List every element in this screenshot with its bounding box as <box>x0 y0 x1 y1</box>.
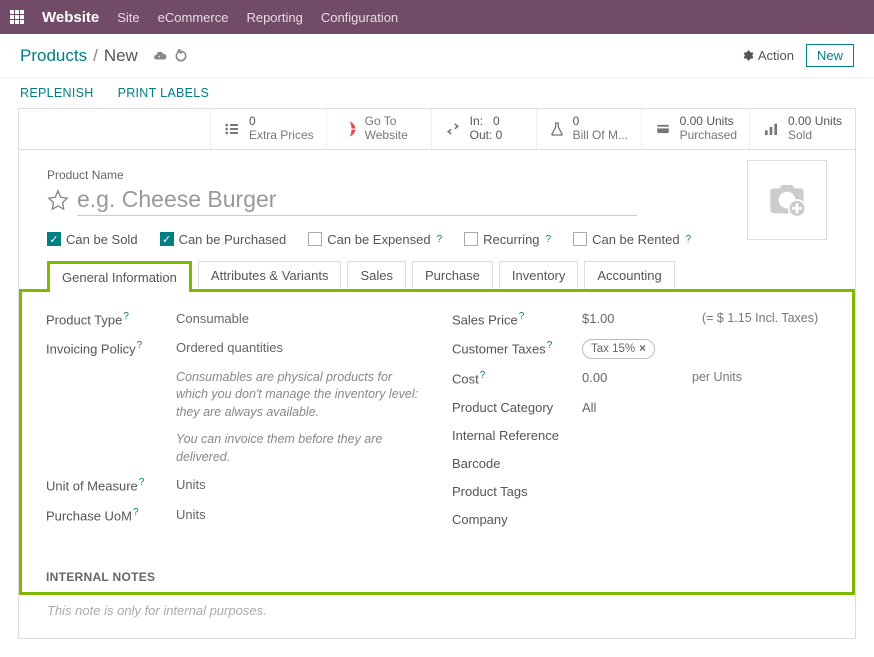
option-checks: ✓ Can be Sold ✓ Can be Purchased Can be … <box>47 232 827 247</box>
control-panel: Products / New Action New <box>0 34 874 78</box>
bar-chart-icon <box>762 121 780 137</box>
internal-notes-input[interactable]: This note is only for internal purposes. <box>47 603 827 618</box>
form-left-col: Product Type? Consumable Invoicing Polic… <box>46 310 422 540</box>
breadcrumb-current: New <box>104 46 138 66</box>
check-can-be-rented[interactable]: Can be Rented? <box>573 232 691 247</box>
product-name-input[interactable] <box>77 184 637 216</box>
menu-configuration[interactable]: Configuration <box>321 10 398 25</box>
transfer-icon <box>444 121 462 137</box>
menu-reporting[interactable]: Reporting <box>246 10 302 25</box>
help-icon[interactable]: ? <box>546 234 552 245</box>
help-icon[interactable]: ? <box>133 507 139 518</box>
checkbox-icon <box>464 232 478 246</box>
apps-icon[interactable] <box>10 10 24 24</box>
favorite-star-icon[interactable] <box>47 189 69 211</box>
breadcrumb-root[interactable]: Products <box>20 46 87 66</box>
help-icon[interactable]: ? <box>137 340 143 351</box>
product-type-field[interactable]: Consumable <box>176 310 422 328</box>
breadcrumb-sep: / <box>93 46 98 66</box>
help-icon[interactable]: ? <box>139 477 145 488</box>
cloud-upload-icon[interactable] <box>152 49 168 63</box>
subactions: REPLENISH PRINT LABELS <box>0 78 874 108</box>
cost-field[interactable]: 0.00 <box>582 369 692 387</box>
print-labels-button[interactable]: PRINT LABELS <box>118 86 210 100</box>
list-icon <box>223 121 241 137</box>
help-icon[interactable]: ? <box>686 234 692 245</box>
product-image-upload[interactable] <box>747 160 827 240</box>
checkbox-icon <box>308 232 322 246</box>
checkbox-icon: ✓ <box>160 232 174 246</box>
general-info-panel: Product Type? Consumable Invoicing Polic… <box>19 289 855 595</box>
purchase-uom-field[interactable]: Units <box>176 506 422 524</box>
title-area: Product Name ✓ Can be Sold ✓ Can be Purc… <box>19 150 855 247</box>
product-category-label: Product Category <box>452 399 582 417</box>
invoicing-policy-field[interactable]: Ordered quantities <box>176 339 422 357</box>
customer-taxes-label: Customer Taxes <box>452 341 546 356</box>
tab-inventory[interactable]: Inventory <box>499 261 578 289</box>
check-can-be-expensed[interactable]: Can be Expensed? <box>308 232 442 247</box>
tax-tag[interactable]: Tax 15% × <box>582 339 655 359</box>
stat-buttons: 0 Extra Prices Go To Website In: 0 Out: … <box>19 109 855 150</box>
barcode-label: Barcode <box>452 455 582 473</box>
check-recurring[interactable]: Recurring? <box>464 232 551 247</box>
invoicing-policy-label: Invoicing Policy <box>46 341 136 356</box>
credit-card-icon <box>654 122 672 136</box>
check-can-be-purchased[interactable]: ✓ Can be Purchased <box>160 232 287 247</box>
checkbox-icon: ✓ <box>47 232 61 246</box>
product-tags-label: Product Tags <box>452 483 582 501</box>
check-can-be-sold[interactable]: ✓ Can be Sold <box>47 232 138 247</box>
breadcrumb: Products / New <box>20 46 188 66</box>
uom-label: Unit of Measure <box>46 478 138 493</box>
cost-per-unit: per Units <box>692 369 742 387</box>
discard-icon[interactable] <box>174 49 188 63</box>
sales-price-field[interactable]: $1.00 <box>582 310 692 328</box>
internal-notes-title: INTERNAL NOTES <box>22 570 852 592</box>
help-icon[interactable]: ? <box>519 311 525 322</box>
stat-in-out[interactable]: In: 0 Out: 0 <box>432 109 537 149</box>
stat-sold[interactable]: 0.00 Units Sold <box>750 109 855 149</box>
gear-icon <box>741 49 754 62</box>
description-note: Consumables are physical products for wh… <box>176 369 422 422</box>
tab-attributes-variants[interactable]: Attributes & Variants <box>198 261 342 289</box>
menu-site[interactable]: Site <box>117 10 139 25</box>
description-note: You can invoice them before they are del… <box>176 431 422 466</box>
checkbox-icon <box>573 232 587 246</box>
tabs: General Information Attributes & Variant… <box>19 261 855 289</box>
camera-plus-icon <box>765 180 809 220</box>
tab-sales[interactable]: Sales <box>347 261 406 289</box>
internal-reference-label: Internal Reference <box>452 427 582 445</box>
help-icon[interactable]: ? <box>437 234 443 245</box>
remove-tag-icon[interactable]: × <box>639 341 646 357</box>
action-dropdown[interactable]: Action <box>741 48 794 63</box>
stat-goto-website[interactable]: Go To Website <box>327 109 432 149</box>
uom-field[interactable]: Units <box>176 476 422 494</box>
product-type-label: Product Type <box>46 312 122 327</box>
replenish-button[interactable]: REPLENISH <box>20 86 94 100</box>
stat-extra-prices[interactable]: 0 Extra Prices <box>211 109 327 149</box>
flask-icon <box>549 120 565 138</box>
tab-general-information[interactable]: General Information <box>47 261 192 292</box>
menu-ecommerce[interactable]: eCommerce <box>158 10 229 25</box>
tab-accounting[interactable]: Accounting <box>584 261 674 289</box>
company-label: Company <box>452 511 582 529</box>
form-right-col: Sales Price? $1.00 (= $ 1.15 Incl. Taxes… <box>452 310 828 540</box>
stat-purchased[interactable]: 0.00 Units Purchased <box>642 109 750 149</box>
stat-bom[interactable]: 0 Bill Of M... <box>537 109 642 149</box>
sales-price-label: Sales Price <box>452 312 518 327</box>
cost-label: Cost <box>452 372 479 387</box>
form-sheet: 0 Extra Prices Go To Website In: 0 Out: … <box>18 108 856 639</box>
top-navbar: Website Site eCommerce Reporting Configu… <box>0 0 874 34</box>
new-button[interactable]: New <box>806 44 854 67</box>
help-icon[interactable]: ? <box>123 311 129 322</box>
help-icon[interactable]: ? <box>547 340 553 351</box>
product-name-label: Product Name <box>47 168 827 182</box>
brand[interactable]: Website <box>42 9 99 26</box>
globe-icon <box>339 120 357 138</box>
tab-purchase[interactable]: Purchase <box>412 261 493 289</box>
internal-notes-area: This note is only for internal purposes. <box>19 595 855 638</box>
product-category-field[interactable]: All <box>582 399 828 417</box>
purchase-uom-label: Purchase UoM <box>46 508 132 523</box>
sales-price-incl-taxes: (= $ 1.15 Incl. Taxes) <box>702 310 818 328</box>
help-icon[interactable]: ? <box>480 370 486 381</box>
